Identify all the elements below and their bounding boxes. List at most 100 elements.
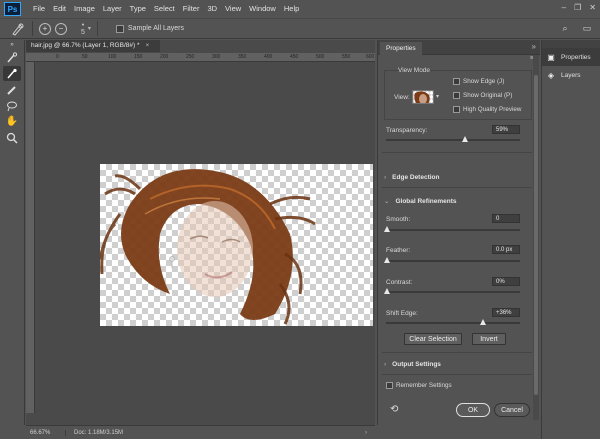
invert-button[interactable]: Invert bbox=[472, 333, 506, 345]
feather-slider-knob[interactable] bbox=[384, 257, 390, 263]
divider bbox=[382, 352, 532, 353]
remember-settings-label: Remember Settings bbox=[396, 382, 452, 389]
ruler-tick: 400 bbox=[264, 54, 273, 60]
quick-selection-tool-preset-icon[interactable] bbox=[10, 22, 26, 36]
high-quality-preview-checkbox[interactable] bbox=[453, 106, 460, 113]
zoom-tool-icon[interactable] bbox=[3, 130, 21, 145]
menu-help[interactable]: Help bbox=[280, 0, 303, 18]
dock-item-properties[interactable]: ▣ Properties bbox=[542, 48, 600, 66]
smooth-slider[interactable] bbox=[384, 226, 520, 232]
subtract-from-selection-icon[interactable]: − bbox=[55, 22, 67, 35]
transparency-slider-knob[interactable] bbox=[462, 136, 469, 142]
show-edge-option[interactable]: Show Edge (J) bbox=[453, 78, 504, 85]
toolbar-collapse-icon[interactable]: » bbox=[3, 41, 21, 49]
dock-item-layers[interactable]: ◈ Layers bbox=[542, 66, 600, 84]
chevron-down-icon: ⌄ bbox=[384, 198, 390, 205]
status-menu-arrow-icon[interactable]: › bbox=[365, 430, 367, 436]
menu-layer[interactable]: Layer bbox=[99, 0, 126, 18]
ruler-tick: 200 bbox=[160, 54, 169, 60]
window-controls: – ❐ ✕ bbox=[562, 3, 596, 12]
scrollbar-thumb[interactable] bbox=[534, 75, 538, 395]
menu-view[interactable]: View bbox=[221, 0, 245, 18]
sample-all-layers-label: Sample All Layers bbox=[127, 25, 184, 32]
add-to-selection-icon[interactable]: + bbox=[39, 22, 51, 35]
quick-selection-tool-icon[interactable] bbox=[3, 50, 21, 65]
high-quality-preview-option[interactable]: High Quality Preview bbox=[453, 106, 521, 113]
properties-scrollbar[interactable] bbox=[533, 55, 539, 420]
reset-icon[interactable]: ⟲ bbox=[390, 404, 398, 415]
separator bbox=[96, 21, 98, 36]
chevron-right-icon: › bbox=[384, 174, 387, 181]
view-mode-preview-image bbox=[414, 91, 430, 103]
view-mode-thumbnail[interactable] bbox=[412, 90, 434, 104]
output-settings-header[interactable]: › Output Settings bbox=[384, 361, 441, 368]
contrast-slider[interactable] bbox=[384, 288, 520, 294]
smooth-value[interactable]: 0 bbox=[492, 214, 520, 223]
collapse-panel-icon[interactable]: » bbox=[532, 42, 536, 51]
global-refinements-label: Global Refinements bbox=[395, 198, 457, 205]
menu-edit[interactable]: Edit bbox=[49, 0, 70, 18]
contrast-value[interactable]: 0% bbox=[492, 277, 520, 286]
global-refinements-header[interactable]: ⌄ Global Refinements bbox=[384, 197, 457, 205]
separator bbox=[32, 21, 33, 36]
workspace-icon[interactable]: ▭ bbox=[580, 22, 594, 35]
document-tab-title: hair.jpg @ 66.7% (Layer 1, RGB/8#) * bbox=[31, 42, 140, 49]
minimize-button[interactable]: – bbox=[562, 3, 566, 12]
options-bar: + − • 5 ▾ Sample All Layers bbox=[0, 18, 600, 39]
high-quality-preview-label: High Quality Preview bbox=[463, 106, 522, 113]
close-window-button[interactable]: ✕ bbox=[589, 3, 596, 12]
ruler-tick: 100 bbox=[108, 54, 117, 60]
smooth-slider-knob[interactable] bbox=[384, 226, 390, 232]
clear-selection-button[interactable]: Clear Selection bbox=[404, 333, 462, 345]
contrast-slider-knob[interactable] bbox=[384, 288, 390, 294]
remember-settings-option[interactable]: Remember Settings bbox=[386, 382, 452, 389]
show-original-option[interactable]: Show Original (P) bbox=[453, 92, 512, 99]
document-tab[interactable]: hair.jpg @ 66.7% (Layer 1, RGB/8#) * × bbox=[26, 40, 160, 52]
search-icon[interactable]: ⌕ bbox=[558, 22, 572, 35]
sample-all-layers-checkbox[interactable] bbox=[115, 24, 124, 33]
show-original-label: Show Original (P) bbox=[463, 92, 513, 99]
image-canvas[interactable] bbox=[100, 164, 373, 326]
zoom-level[interactable]: 66.67% bbox=[26, 429, 66, 436]
maximize-button[interactable]: ❐ bbox=[574, 3, 581, 12]
ruler-tick: 250 bbox=[186, 54, 195, 60]
ruler-tick: 50 bbox=[82, 54, 88, 60]
refine-radius-tool-icon[interactable] bbox=[3, 66, 21, 81]
close-tab-icon[interactable]: × bbox=[146, 42, 150, 49]
dock-item-label: Properties bbox=[561, 53, 591, 61]
transparency-value[interactable]: 59% bbox=[492, 125, 520, 134]
transparency-slider[interactable] bbox=[386, 136, 520, 142]
menu-window[interactable]: Window bbox=[245, 0, 280, 18]
menu-select[interactable]: Select bbox=[150, 0, 179, 18]
ruler-tick: 0 bbox=[56, 54, 59, 60]
contrast-label: Contrast: bbox=[386, 279, 413, 286]
menu-file[interactable]: File bbox=[29, 0, 49, 18]
show-original-checkbox[interactable] bbox=[453, 92, 460, 99]
shift-edge-slider[interactable] bbox=[386, 319, 520, 325]
brush-size-picker[interactable]: • 5 bbox=[81, 22, 85, 36]
menu-type[interactable]: Type bbox=[126, 0, 150, 18]
status-bar: 66.67% Doc: 1.18M/3.15M › bbox=[26, 425, 375, 439]
lasso-tool-icon[interactable] bbox=[3, 98, 21, 113]
show-edge-checkbox[interactable] bbox=[453, 78, 460, 85]
remember-settings-checkbox[interactable] bbox=[386, 382, 393, 389]
menu-3d[interactable]: 3D bbox=[203, 0, 221, 18]
ruler-tick: 150 bbox=[134, 54, 143, 60]
properties-panel: Properties » ≡ View Mode View: ▾ Show Ed… bbox=[377, 40, 540, 425]
ok-button[interactable]: OK bbox=[456, 403, 490, 417]
shift-edge-slider-knob[interactable] bbox=[480, 319, 486, 325]
horizontal-ruler: 0 50 100 150 200 250 300 350 400 450 500… bbox=[26, 53, 375, 62]
view-mode-dropdown-icon[interactable]: ▾ bbox=[436, 93, 439, 100]
cancel-button[interactable]: Cancel bbox=[494, 403, 530, 417]
feather-value[interactable]: 0.0 px bbox=[492, 245, 520, 254]
shift-edge-value[interactable]: +36% bbox=[492, 308, 520, 317]
hand-tool-icon[interactable]: ✋ bbox=[3, 114, 21, 129]
menu-filter[interactable]: Filter bbox=[179, 0, 204, 18]
tab-properties[interactable]: Properties bbox=[380, 42, 422, 55]
feather-slider[interactable] bbox=[384, 257, 520, 263]
brush-dropdown-chevron-icon[interactable]: ▾ bbox=[88, 25, 91, 32]
edge-detection-header[interactable]: › Edge Detection bbox=[384, 174, 439, 181]
divider bbox=[382, 152, 532, 153]
brush-tool-icon[interactable] bbox=[3, 82, 21, 97]
menu-image[interactable]: Image bbox=[70, 0, 99, 18]
